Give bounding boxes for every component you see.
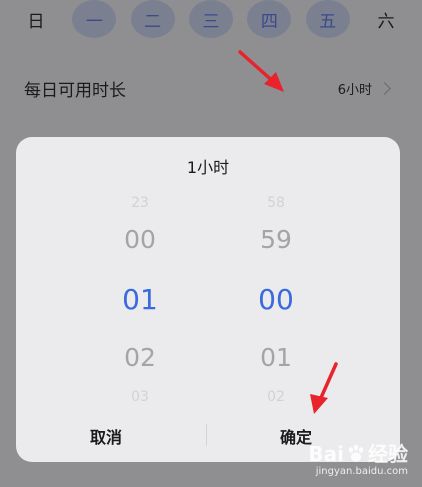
weekday-fri[interactable]: 五 [305, 0, 350, 38]
screen: 日 一 二 三 四 五 六 每日可用时长 6小时 1小时 23 00 01 02… [0, 0, 422, 487]
hour-option: 02 [124, 343, 156, 372]
cancel-button[interactable]: 取消 [31, 422, 181, 450]
weekday-selector: 日 一 二 三 四 五 六 [14, 0, 408, 38]
daily-usage-value: 6小时 [337, 82, 372, 98]
minute-option: 58 [267, 195, 285, 211]
weekday-label: 三 [202, 11, 220, 32]
weekday-wed[interactable]: 三 [188, 0, 233, 38]
weekday-label: 五 [319, 11, 337, 32]
hour-option: 03 [131, 389, 149, 405]
baidu-watermark: Bai 经验 jingyan.baidu.com [308, 444, 408, 477]
minute-option: 59 [260, 225, 292, 254]
weekday-label: 一 [85, 11, 103, 32]
minute-selected: 00 [258, 283, 294, 316]
weekday-label: 四 [260, 11, 278, 32]
watermark-brand: Bai [308, 442, 344, 466]
baidu-paw-icon [348, 444, 364, 462]
hour-selected: 01 [122, 283, 158, 316]
red-arrow-icon [238, 50, 284, 92]
button-divider [206, 424, 207, 446]
daily-usage-value-group: 6小时 [338, 79, 392, 98]
weekday-label: 日 [27, 11, 45, 32]
hour-option: 23 [131, 195, 149, 211]
watermark-brand-suffix: 经验 [368, 442, 408, 466]
weekday-sat[interactable]: 六 [364, 0, 408, 38]
hour-option: 00 [124, 225, 156, 254]
dialog-title: 1小时 [186, 158, 230, 177]
red-arrow-icon [310, 362, 338, 414]
weekday-label: 六 [377, 11, 395, 32]
hours-wheel[interactable]: 23 00 01 02 03 [90, 189, 190, 409]
weekday-thu[interactable]: 四 [247, 0, 292, 38]
chevron-right-icon [378, 81, 391, 95]
weekday-tue[interactable]: 二 [130, 0, 175, 38]
weekday-label: 二 [144, 11, 162, 32]
daily-usage-row[interactable]: 每日可用时长 6小时 [24, 70, 392, 106]
daily-usage-label: 每日可用时长 [24, 80, 126, 101]
weekday-sun[interactable]: 日 [14, 0, 58, 38]
watermark-url: jingyan.baidu.com [315, 466, 408, 477]
weekday-mon[interactable]: 一 [72, 0, 117, 38]
